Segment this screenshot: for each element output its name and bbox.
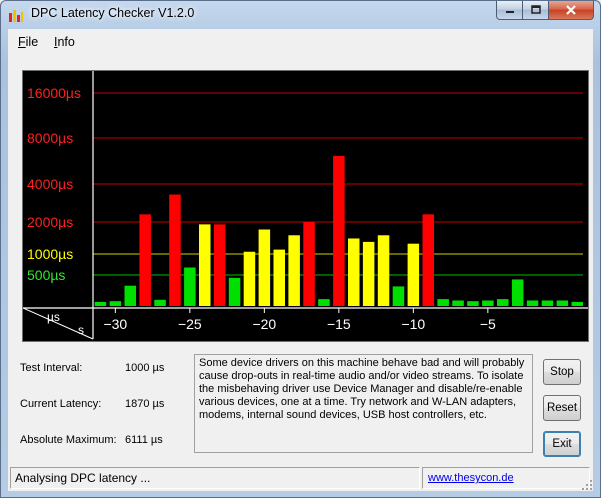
client-area: File Info 16000µs 8000µs 4000µs 2000µs 1000µ… <box>8 29 593 491</box>
latency-bar <box>288 235 300 306</box>
corner-label-s: s <box>78 323 84 337</box>
x-tick-label: −25 <box>178 316 202 332</box>
latency-bar <box>184 267 196 306</box>
latency-bar <box>154 299 166 306</box>
latency-bar <box>199 224 211 306</box>
y-tick-label: 1000µs <box>27 246 73 262</box>
latency-bar <box>377 235 390 306</box>
latency-bar <box>482 300 494 306</box>
latency-bar <box>243 251 256 306</box>
x-tick-label: −10 <box>401 316 425 332</box>
thesycon-link[interactable]: www.thesycon.de <box>428 472 514 484</box>
link-pane: www.thesycon.de <box>422 467 590 489</box>
y-tick-label: 2000µs <box>27 214 73 230</box>
menu-file-label: ile <box>25 35 39 49</box>
latency-bar <box>541 300 554 306</box>
menu-bar: File Info <box>8 29 593 55</box>
latency-bar <box>318 299 330 306</box>
latency-bar <box>124 285 136 306</box>
latency-bar <box>497 299 509 306</box>
y-tick-label: 500µs <box>27 267 65 283</box>
menu-info[interactable]: Info <box>54 35 75 49</box>
latency-bar <box>258 229 271 306</box>
caption-buttons <box>496 1 594 21</box>
current-latency-label: Current Latency: <box>20 398 102 410</box>
latency-chart: 16000µs 8000µs 4000µs 2000µs 1000µs 500µs µs s −… <box>22 70 589 342</box>
latency-bar <box>169 194 181 306</box>
x-tick-label: −5 <box>480 316 496 332</box>
latency-bar <box>511 279 524 306</box>
close-button[interactable] <box>549 1 594 20</box>
latency-bar <box>348 238 360 306</box>
latency-bar <box>452 300 464 306</box>
app-window: DPC Latency Checker V1.2.0 File Info 160… <box>0 0 601 498</box>
stop-button[interactable]: Stop <box>543 359 581 385</box>
latency-bar <box>213 224 226 306</box>
latency-bar <box>139 214 151 306</box>
y-tick-label: 8000µs <box>27 130 73 146</box>
latency-bar <box>362 241 375 306</box>
latency-bar <box>333 155 345 306</box>
menu-file[interactable]: File <box>18 35 38 49</box>
latency-bar <box>303 222 315 306</box>
test-interval-value: 1000 µs <box>125 362 165 374</box>
test-interval-label: Test Interval: <box>20 362 83 374</box>
exit-button[interactable]: Exit <box>543 431 581 457</box>
minimize-button[interactable] <box>496 1 523 20</box>
absolute-maximum-value: 6111 µs <box>125 434 163 446</box>
x-tick-label: −15 <box>327 316 351 332</box>
status-pane: Analysing DPC latency ... <box>10 467 420 489</box>
latency-bar <box>228 277 241 306</box>
x-tick-label: −20 <box>252 316 276 332</box>
latency-bar <box>526 300 539 306</box>
app-icon <box>9 10 23 22</box>
info-panel: Test Interval: 1000 µs Current Latency: … <box>8 347 593 462</box>
absolute-maximum-label: Absolute Maximum: <box>20 434 117 446</box>
maximize-button[interactable] <box>523 1 549 20</box>
corner-label-us: µs <box>47 310 60 324</box>
y-tick-label: 4000µs <box>27 176 73 192</box>
close-icon <box>566 5 576 15</box>
latency-bar <box>94 301 107 306</box>
title-bar[interactable]: DPC Latency Checker V1.2.0 <box>1 1 600 29</box>
resize-grip-icon[interactable] <box>581 479 593 491</box>
menu-info-label: nfo <box>57 35 75 49</box>
maximize-icon <box>530 5 541 14</box>
window-title: DPC Latency Checker V1.2.0 <box>31 6 195 20</box>
status-bar: Analysing DPC latency ... www.thesycon.d… <box>8 466 593 491</box>
status-text: Analysing DPC latency ... <box>15 471 151 485</box>
latency-bar <box>109 301 122 306</box>
latency-bar <box>467 301 479 306</box>
menu-file-accel: F <box>18 35 26 49</box>
latency-bar <box>273 249 285 306</box>
latency-bar <box>422 214 434 306</box>
diagnosis-message: Some device drivers on this machine beha… <box>194 354 533 453</box>
y-tick-label: 16000µs <box>27 85 81 101</box>
latency-chart-svg: 16000µs 8000µs 4000µs 2000µs 1000µs 500µs µs s −… <box>23 71 588 340</box>
current-latency-value: 1870 µs <box>125 398 165 410</box>
latency-bar <box>571 301 583 306</box>
latency-bar <box>556 300 569 306</box>
minimize-icon <box>505 11 514 13</box>
latency-bar <box>437 299 449 306</box>
reset-button[interactable]: Reset <box>543 395 581 421</box>
latency-bar <box>407 243 420 306</box>
latency-bar <box>392 286 405 306</box>
x-tick-label: −30 <box>103 316 127 332</box>
